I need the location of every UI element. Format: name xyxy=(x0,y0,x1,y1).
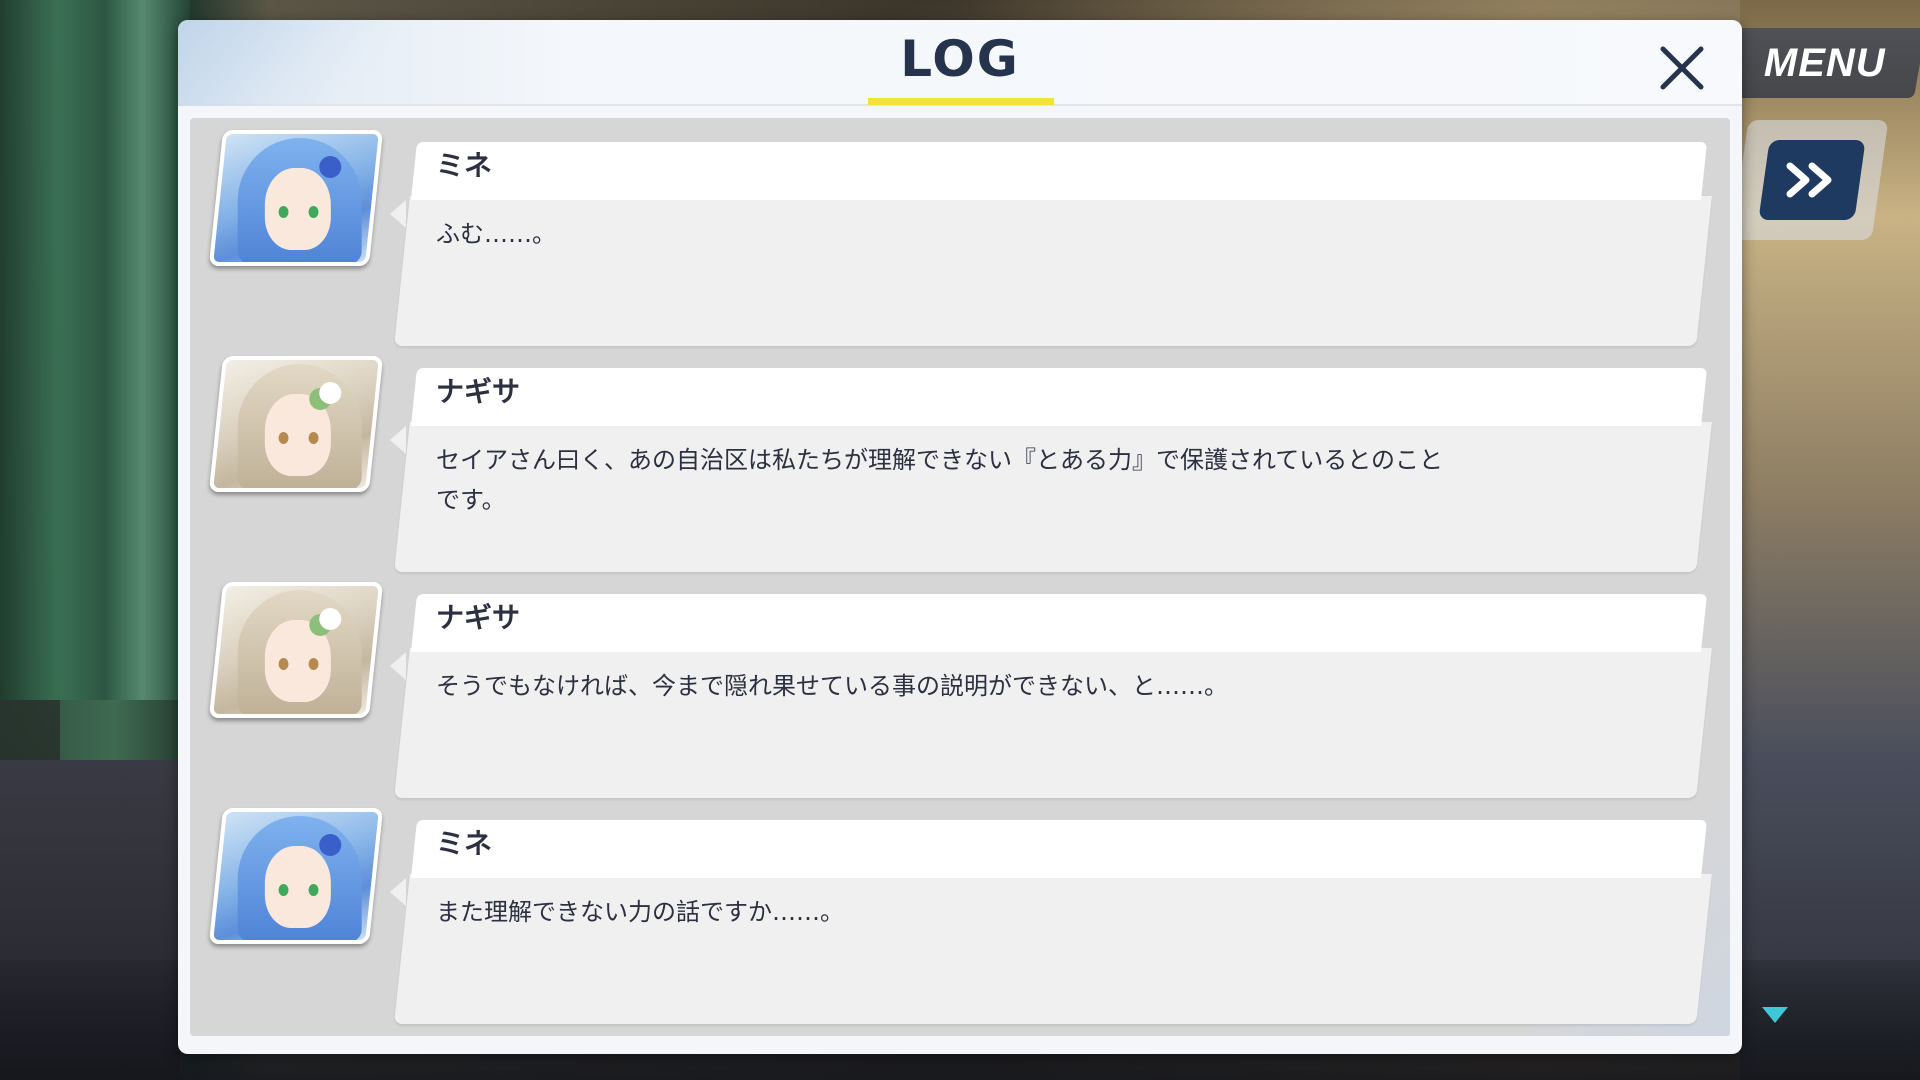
name-tab xyxy=(410,368,1708,426)
log-entry: ミネ また理解できない力の話ですか……。 xyxy=(190,808,1730,1024)
lily-flower-icon xyxy=(319,382,342,404)
hair-flower-icon xyxy=(319,156,342,178)
hair-flower-icon xyxy=(319,834,342,856)
avatar-face xyxy=(264,846,331,928)
background-curtain xyxy=(0,0,190,700)
avatar-eye xyxy=(308,658,319,670)
fast-forward-button[interactable] xyxy=(1758,140,1866,220)
avatar-mine xyxy=(208,808,384,944)
message-text: ふむ……。 xyxy=(436,220,556,248)
fast-forward-icon xyxy=(1786,162,1832,198)
avatar-eye xyxy=(308,206,319,218)
menu-button-label: MENU xyxy=(1764,40,1886,85)
speaker-name: ミネ xyxy=(436,149,493,182)
avatar-mine xyxy=(208,130,384,266)
avatar-eye xyxy=(308,432,319,444)
bubble-pointer xyxy=(390,878,406,906)
speaker-name: ナギサ xyxy=(436,601,521,634)
avatar-nagisa xyxy=(208,356,384,492)
avatar-nagisa xyxy=(208,582,384,718)
avatar-face xyxy=(264,620,331,702)
log-entry: ミネ ふむ……。 xyxy=(190,130,1730,346)
close-icon xyxy=(1660,46,1704,90)
bubble-pointer xyxy=(390,426,406,454)
close-button[interactable] xyxy=(1652,38,1712,98)
log-header: LOG xyxy=(178,20,1742,106)
name-tab xyxy=(410,820,1708,878)
speaker-name: ナギサ xyxy=(436,375,521,408)
speaker-name: ミネ xyxy=(436,827,493,860)
name-tab xyxy=(410,594,1708,652)
title-underline xyxy=(868,98,1054,105)
avatar-face xyxy=(264,168,331,250)
bubble-pointer xyxy=(390,200,406,228)
message-text: また理解できない力の話ですか……。 xyxy=(436,898,844,926)
avatar-eye xyxy=(278,658,289,670)
avatar-eye xyxy=(278,206,289,218)
log-title: LOG xyxy=(900,30,1020,88)
name-tab xyxy=(410,142,1708,200)
bubble-pointer xyxy=(390,652,406,680)
avatar-eye xyxy=(308,884,319,896)
avatar-face xyxy=(264,394,331,476)
message-text: そうでもなければ、今まで隠れ果せている事の説明ができない、と……。 xyxy=(436,672,1228,700)
avatar-eye xyxy=(278,884,289,896)
menu-button[interactable]: MENU xyxy=(1723,28,1920,98)
log-entry: ナギサ セイアさん曰く、あの自治区は私たちが理解できない『とある力』で保護されて… xyxy=(190,356,1730,572)
log-entry: ナギサ そうでもなければ、今まで隠れ果せている事の説明ができない、と……。 xyxy=(190,582,1730,798)
triangle-down-icon[interactable] xyxy=(1760,1005,1790,1025)
lily-flower-icon xyxy=(319,608,342,630)
message-text: セイアさん曰く、あの自治区は私たちが理解できない『とある力』で保護されているとの… xyxy=(436,446,1444,514)
avatar-eye xyxy=(278,432,289,444)
log-dialog: LOG ミネ ふむ……。 ナギサ セイアさん曰く、あの自治区は私たちが理解できな… xyxy=(178,20,1742,1054)
log-list[interactable]: ミネ ふむ……。 ナギサ セイアさん曰く、あの自治区は私たちが理解できない『とあ… xyxy=(190,118,1730,1036)
